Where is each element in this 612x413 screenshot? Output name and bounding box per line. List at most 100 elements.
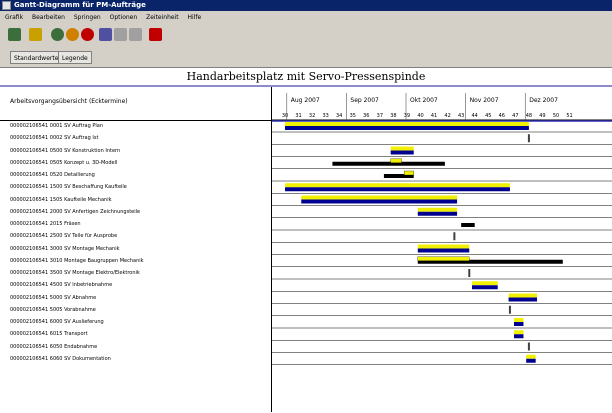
task-row[interactable]: 000002106541 3000 SV Montage Mechanik — [0, 243, 272, 255]
plan-bar — [526, 354, 536, 359]
milestone-marker — [527, 342, 530, 351]
plan-bar — [285, 122, 529, 126]
task-column-header: Arbeitsvorgangsübersicht (Ecktermine) — [10, 98, 128, 105]
help-icon[interactable] — [149, 28, 162, 41]
gantt-timeline: Aug 2007 Sep 2007 Okt 2007 Nov 2007 Dez 2007… — [272, 93, 612, 365]
week-label: 44 — [472, 113, 478, 119]
month-label: Aug 2007 — [291, 97, 320, 104]
week-label: 51 — [566, 113, 572, 119]
week-label: 45 — [485, 113, 491, 119]
week-label: 35 — [350, 113, 356, 119]
task-row[interactable]: 000002106541 0002 SV Auftrag Ist — [0, 132, 272, 144]
actual-bar — [417, 248, 470, 253]
back-icon[interactable] — [51, 28, 64, 41]
menu-bearbeiten[interactable]: Bearbeiten — [32, 14, 65, 21]
toolbar — [0, 24, 612, 46]
actual-bar — [285, 126, 529, 130]
title-bar: Gantt-Diagramm für PM-Aufträge — [0, 0, 612, 11]
menu-bar: Grafik Bearbeiten Springen Optionen Zeit… — [0, 12, 612, 23]
plan-bar — [417, 207, 458, 212]
exit-icon[interactable] — [66, 28, 79, 41]
save-icon[interactable] — [29, 28, 42, 41]
plan-bar — [513, 330, 524, 335]
actual-bar — [417, 211, 458, 216]
plan-bar — [417, 256, 470, 261]
plan-bar — [285, 183, 510, 188]
task-row[interactable]: 000002106541 4500 SV Inbetriebnahme — [0, 279, 272, 291]
week-label: 48 — [526, 113, 532, 119]
plan-bar — [508, 293, 538, 298]
month-label: Sep 2007 — [350, 97, 379, 104]
tab-bar: Standardwerte Legende — [0, 48, 612, 66]
task-row[interactable]: 000002106541 0001 SV Auftrag Plan — [0, 120, 272, 132]
week-label: 31 — [295, 113, 301, 119]
actual-bar — [471, 285, 498, 290]
chart-title: Handarbeitsplatz mit Servo-Pressenspinde — [0, 68, 612, 87]
layout-icon[interactable] — [114, 28, 127, 41]
actual-bar — [508, 297, 538, 302]
week-label: 49 — [539, 113, 545, 119]
week-label: 37 — [377, 113, 383, 119]
milestone-marker — [527, 134, 530, 143]
week-label: 38 — [390, 113, 396, 119]
actual-bar — [513, 334, 524, 339]
print-icon[interactable] — [99, 28, 112, 41]
menu-hilfe[interactable]: Hilfe — [188, 14, 202, 21]
task-row[interactable]: 000002106541 6015 Transport — [0, 328, 272, 340]
week-label: 40 — [417, 113, 423, 119]
plan-bar — [390, 146, 414, 151]
week-label: 47 — [512, 113, 518, 119]
menu-springen[interactable]: Springen — [74, 14, 101, 21]
window-title: Gantt-Diagramm für PM-Aufträge — [14, 1, 146, 9]
app-icon — [2, 1, 11, 10]
menu-grafik[interactable]: Grafik — [5, 14, 23, 21]
task-row[interactable]: 000002106541 0520 Detailierung — [0, 169, 272, 181]
plan-bar — [301, 195, 458, 200]
month-label: Dez 2007 — [529, 97, 558, 104]
week-label: 30 — [282, 113, 288, 119]
task-row[interactable]: 000002106541 0500 SV Konstruktion Intern — [0, 145, 272, 157]
actual-bar — [390, 150, 414, 155]
milestone-marker — [453, 232, 456, 241]
tab-legende[interactable]: Legende — [58, 51, 92, 64]
actual-bar — [513, 322, 524, 326]
actual-bar — [285, 187, 510, 192]
plan-bar — [390, 158, 402, 163]
task-row[interactable]: 000002106541 6000 SV Auslieferung — [0, 316, 272, 328]
check-icon[interactable] — [8, 28, 21, 41]
week-label: 32 — [309, 113, 315, 119]
menu-optionen[interactable]: Optionen — [110, 14, 138, 21]
milestone-marker — [468, 269, 471, 277]
month-label: Okt 2007 — [410, 97, 438, 104]
task-row[interactable]: 000002106541 5000 SV Abnahme — [0, 292, 272, 304]
task-row[interactable]: 000002106541 1505 Kaufteile Mechanik — [0, 194, 272, 206]
week-label: 43 — [458, 113, 464, 119]
status-bar — [332, 161, 445, 166]
actual-bar — [526, 358, 536, 363]
task-row[interactable]: 000002106541 5005 Vorabnahme — [0, 304, 272, 316]
grid-icon[interactable] — [129, 28, 142, 41]
cancel-icon[interactable] — [81, 28, 94, 41]
task-row[interactable]: 000002106541 2015 Fräsen — [0, 218, 272, 230]
task-row[interactable]: 000002106541 2500 SV Teile für Ausprobe — [0, 230, 272, 242]
status-bar — [461, 223, 475, 227]
task-row[interactable]: 000002106541 1500 SV Beschaffung Kauftei… — [0, 181, 272, 193]
plan-bar — [471, 281, 498, 286]
week-label: 36 — [363, 113, 369, 119]
plan-bar — [513, 318, 524, 322]
task-row[interactable]: 000002106541 0505 Konzept u. 3D-Modell — [0, 157, 272, 169]
task-row[interactable]: 000002106541 3500 SV Montage Elektro/Ele… — [0, 267, 272, 279]
task-row[interactable]: 000002106541 2000 SV Anfertigen Zeichnun… — [0, 206, 272, 218]
task-row[interactable]: 000002106541 3010 Montage Baugruppen Mec… — [0, 255, 272, 267]
month-label: Nov 2007 — [470, 97, 499, 104]
task-row[interactable]: 000002106541 6060 SV Dokumentation — [0, 353, 272, 365]
week-label: 50 — [553, 113, 559, 119]
task-row[interactable]: 000002106541 6050 Endabnahme — [0, 341, 272, 353]
menu-zeiteinheit[interactable]: Zeiteinheit — [146, 14, 179, 21]
week-label: 34 — [336, 113, 342, 119]
week-label: 42 — [444, 113, 450, 119]
tab-standardwerte[interactable]: Standardwerte — [10, 51, 63, 64]
actual-bar — [301, 199, 458, 204]
plan-bar — [404, 170, 414, 176]
week-label: 46 — [499, 113, 505, 119]
